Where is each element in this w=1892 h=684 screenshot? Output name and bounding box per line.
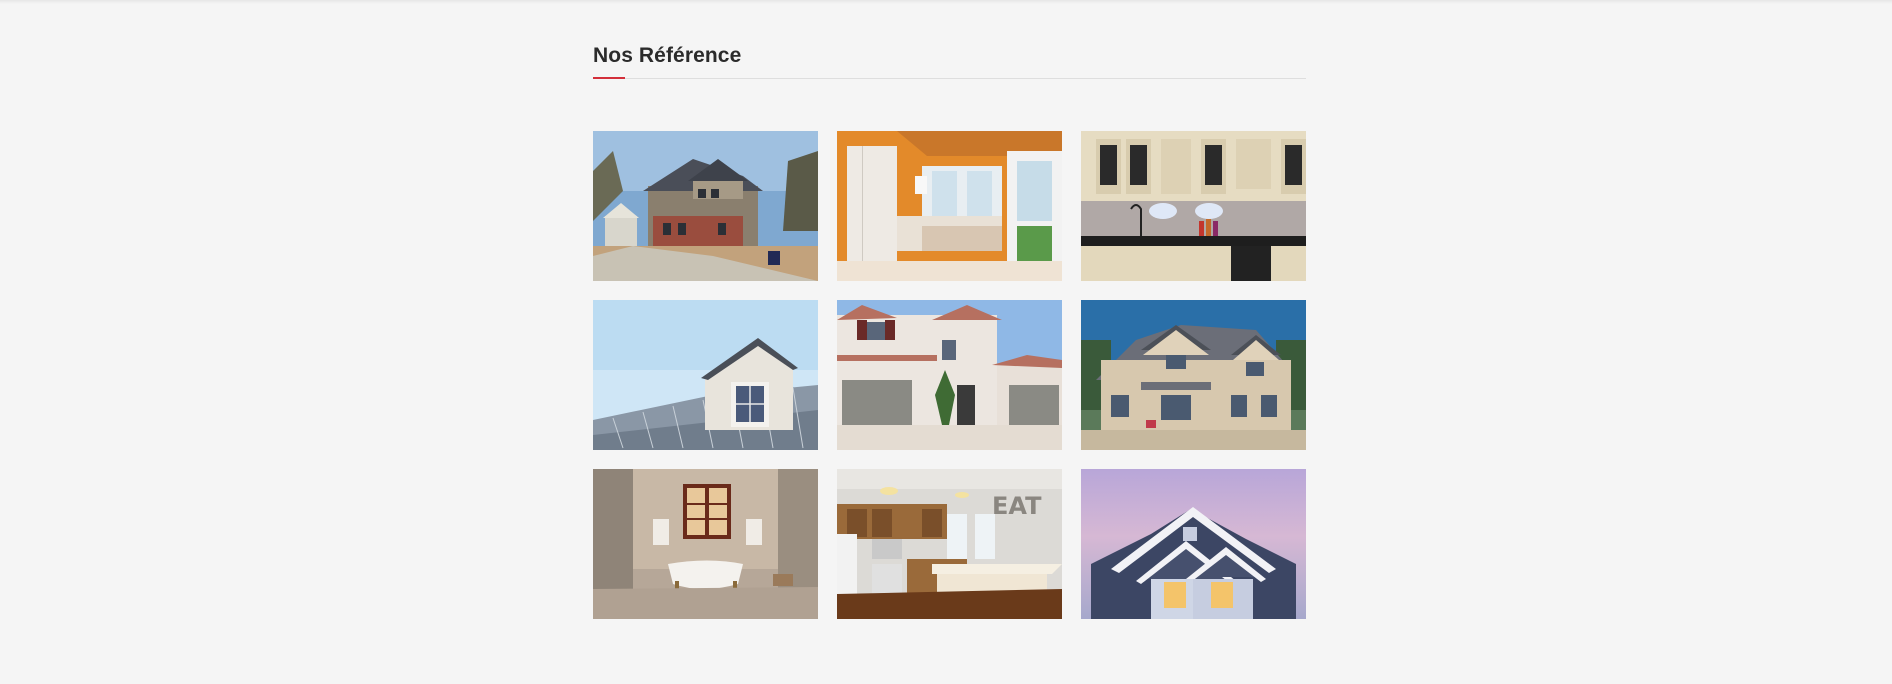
gallery-item[interactable]	[1081, 469, 1306, 619]
gallery-item[interactable]	[837, 131, 1062, 281]
eat-sign: EAT	[992, 492, 1042, 520]
gallery-item[interactable]	[593, 131, 818, 281]
title-accent-underline	[593, 77, 625, 79]
roof-dormer-photo	[593, 300, 818, 450]
kitchen-eat-photo: EAT	[837, 469, 1062, 619]
gallery-item[interactable]	[593, 469, 818, 619]
gallery-item[interactable]	[593, 300, 818, 450]
reference-gallery: EAT	[593, 131, 1306, 619]
section-header: Nos Référence	[593, 42, 1306, 79]
section-title: Nos Référence	[593, 44, 742, 67]
bathroom-tub-photo	[593, 469, 818, 619]
house-dusk-photo	[1081, 469, 1306, 619]
brick-house-photo	[1081, 300, 1306, 450]
stucco-house-photo	[837, 300, 1062, 450]
gallery-item[interactable]	[1081, 300, 1306, 450]
gallery-item[interactable]: EAT	[837, 469, 1062, 619]
gallery-item[interactable]	[1081, 131, 1306, 281]
kitchen-cabinets-photo	[1081, 131, 1306, 281]
header-shadow	[0, 0, 1892, 4]
kitchen-white-photo	[837, 131, 1062, 281]
gallery-item[interactable]	[837, 300, 1062, 450]
house-suburban-photo	[593, 131, 818, 281]
